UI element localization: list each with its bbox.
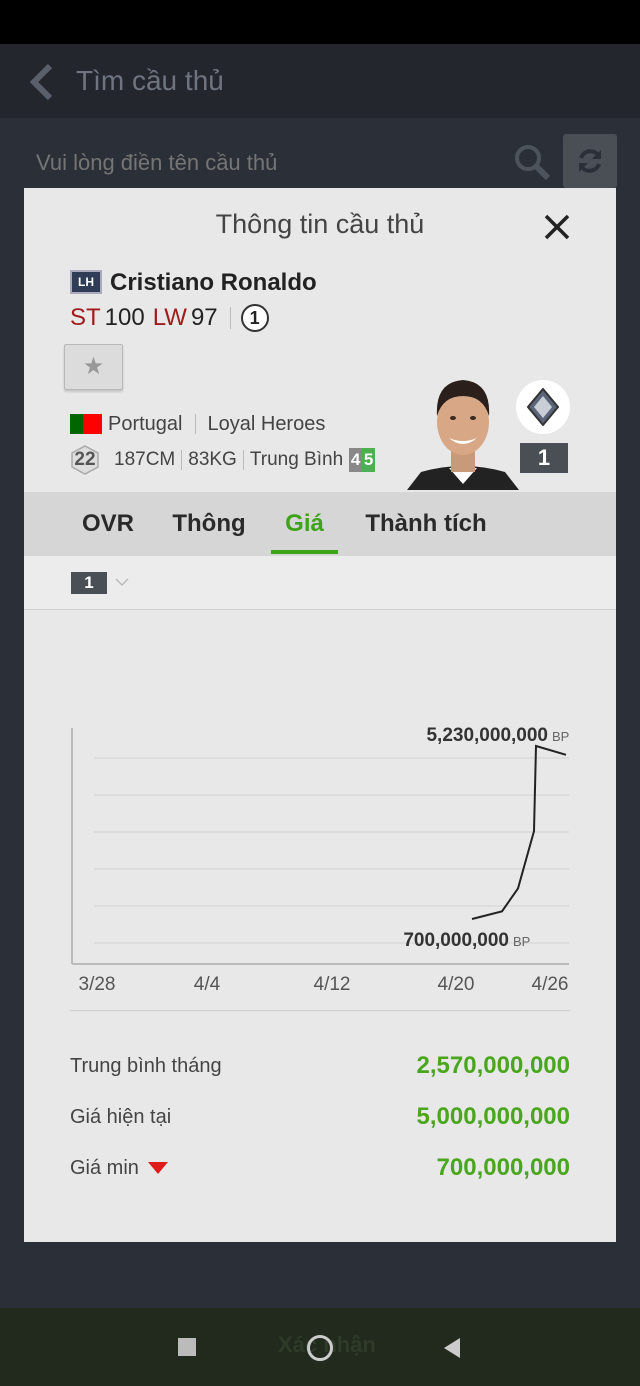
- min-price-label: 700,000,000: [403, 930, 509, 951]
- summary-avg-row: Trung bình tháng 2,570,000,000: [70, 1048, 570, 1084]
- close-button[interactable]: [532, 202, 582, 252]
- player-name: Cristiano Ronaldo: [110, 269, 317, 296]
- age-badge: 22: [70, 445, 100, 475]
- back-button[interactable]: [24, 62, 64, 102]
- search-input[interactable]: [36, 146, 496, 180]
- nation-label: Portugal: [108, 412, 183, 435]
- avg-value: 2,570,000,000: [416, 1052, 570, 1079]
- level-filter-badge[interactable]: 1: [71, 572, 107, 594]
- season-badge: LH: [70, 270, 102, 294]
- portugal-flag-icon: [70, 414, 102, 434]
- page-title: Tìm cầu thủ: [76, 65, 224, 96]
- summary-current-row: Giá hiện tại 5,000,000,000: [70, 1099, 570, 1135]
- current-label: Giá hiện tại: [70, 1105, 172, 1128]
- weak-foot-value: 4: [349, 448, 363, 472]
- min-value: 700,000,000: [436, 1154, 570, 1181]
- positions: ST 100 LW 97 1: [70, 302, 269, 334]
- level-badge: 1: [240, 304, 269, 332]
- divider: [242, 450, 244, 470]
- price-chart: 3/28 4/4 4/12 4/20 4/26 5,230,000,000 BP 700,00…: [71, 725, 569, 995]
- weight-value: 83KG: [188, 449, 237, 470]
- strong-foot-value: 5: [362, 448, 376, 472]
- divider: [229, 307, 231, 329]
- app-header: Tìm cầu thủ: [0, 44, 640, 118]
- divider: [181, 450, 183, 470]
- team-label: Loyal Heroes: [207, 412, 326, 435]
- tab-ovr[interactable]: OVR: [80, 492, 136, 556]
- player-info: LH Cristiano Ronaldo ST 100 LW 97 1 ★ Po…: [24, 260, 616, 492]
- arrow-down-icon: [147, 1162, 168, 1174]
- enhance-level-box: 1: [520, 443, 568, 473]
- summary-min-row: Giá min 700,000,000: [70, 1150, 570, 1186]
- skill-box: 4 5: [349, 448, 376, 472]
- avg-label: Trung bình tháng: [70, 1054, 222, 1077]
- position-ovr: 100: [104, 304, 145, 331]
- min-label-group: Giá min: [70, 1157, 169, 1180]
- min-price-unit: BP: [513, 934, 530, 949]
- refresh-icon: [579, 149, 601, 173]
- x-tick-label: 4/12: [314, 974, 351, 995]
- recent-apps-button[interactable]: [178, 1338, 196, 1356]
- modal-title: Thông tin cầu thủ: [215, 209, 425, 239]
- x-tick-label: 4/4: [194, 974, 221, 995]
- status-bar: [0, 0, 640, 44]
- current-value: 5,000,000,000: [416, 1103, 570, 1130]
- tab-info[interactable]: Thông tin: [156, 492, 262, 601]
- divider: [194, 414, 196, 434]
- team-crest-icon: [527, 388, 559, 426]
- tab-price[interactable]: Giá: [271, 492, 338, 556]
- favorite-button[interactable]: ★: [64, 344, 123, 390]
- min-label: Giá min: [70, 1156, 139, 1179]
- position-label: LW: [152, 304, 187, 331]
- x-tick-label: 4/20: [438, 974, 475, 995]
- tab-club-achievements[interactable]: Thành tích CLB: [350, 492, 502, 601]
- close-icon: [544, 214, 570, 240]
- max-price-unit: BP: [552, 729, 569, 744]
- player-info-modal: Thông tin cầu thủ LH Cristiano Ronaldo S…: [24, 188, 616, 1242]
- summary-divider: [70, 1010, 570, 1011]
- max-price-label: 5,230,000,000: [426, 725, 548, 746]
- system-nav-bar: Xác nhận: [0, 1308, 640, 1386]
- position-label: ST: [70, 304, 101, 331]
- active-tab-indicator: [271, 550, 338, 554]
- club-logo: [516, 380, 570, 434]
- star-icon: ★: [82, 353, 105, 380]
- position-ovr: 97: [190, 304, 218, 331]
- x-tick-label: 4/26: [532, 974, 569, 995]
- player-photo: [407, 366, 519, 490]
- height-value: 187CM: [114, 449, 176, 470]
- back-triangle-icon[interactable]: [442, 1337, 462, 1359]
- search-icon[interactable]: [512, 142, 552, 182]
- body-type-value: Trung Bình: [249, 449, 344, 470]
- level-filter-row: 1: [24, 556, 616, 610]
- nation-row: Portugal Loyal Heroes: [70, 410, 325, 438]
- stats-row: 22 187CM 83KG Trung Bình 4 5: [70, 444, 376, 476]
- chevron-down-icon[interactable]: [114, 574, 130, 590]
- tab-bar: OVR Thông tin Giá Thành tích CLB: [24, 492, 616, 601]
- home-button[interactable]: [307, 1335, 333, 1361]
- age-value: 22: [74, 449, 96, 470]
- x-tick-label: 3/28: [79, 974, 116, 995]
- search-row: [0, 118, 640, 198]
- chevron-left-icon: [29, 63, 53, 101]
- refresh-button[interactable]: [563, 134, 617, 188]
